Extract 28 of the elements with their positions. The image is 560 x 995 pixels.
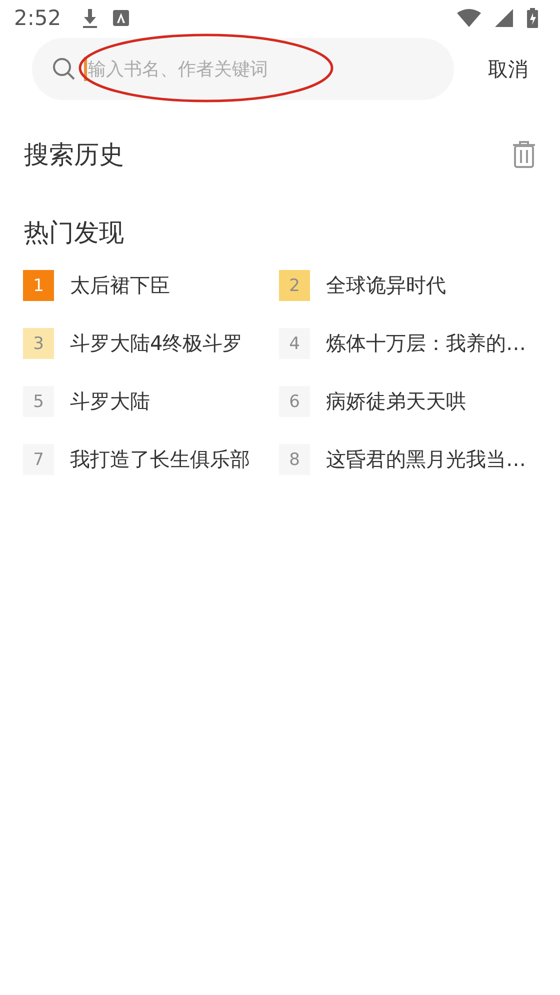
rank-badge: 5 [23,386,54,417]
wifi-icon [457,9,481,27]
book-title-link[interactable]: 太后裙下臣 [70,272,170,299]
trash-icon[interactable] [512,140,536,168]
rank-badge: 1 [23,270,54,301]
rank-badge: 8 [279,444,310,475]
section-title: 搜索历史 [24,138,124,170]
search-icon [52,57,76,81]
status-time: 2:52 [14,6,62,30]
rank-badge: 4 [279,328,310,359]
book-title-link[interactable]: 斗罗大陆 [70,388,150,415]
section-title: 热门发现 [24,216,124,248]
rank-badge: 6 [279,386,310,417]
cancel-button[interactable]: 取消 [488,52,528,86]
search-field[interactable]: 输入书名、作者关键词 [87,58,388,80]
book-title-link[interactable]: 病娇徒弟天天哄 [326,388,466,415]
book-title-link[interactable]: 斗罗大陆4终极斗罗 [70,330,243,357]
book-title-link[interactable]: 炼体十万层：我养的… [326,330,526,357]
book-title-link[interactable]: 我打造了长生俱乐部 [70,446,250,473]
book-title-link[interactable]: 全球诡异时代 [326,272,446,299]
notification-icon [113,10,130,26]
signal-icon [495,9,513,27]
battery-icon [527,8,538,28]
book-title-link[interactable]: 这昏君的黑月光我当… [326,446,526,473]
download-icon [81,7,100,29]
rank-badge: 7 [23,444,54,475]
rank-badge: 3 [23,328,54,359]
rank-badge: 2 [279,270,310,301]
